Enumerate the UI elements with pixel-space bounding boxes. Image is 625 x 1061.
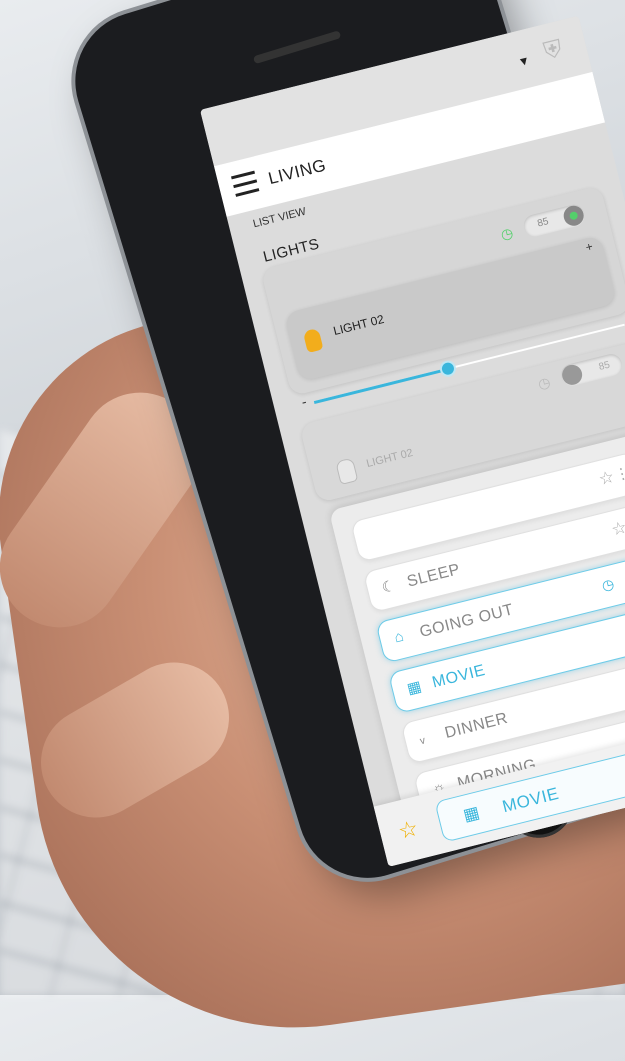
light-toggle[interactable]: 85 bbox=[521, 202, 588, 239]
light-toggle[interactable]: 85 bbox=[558, 351, 625, 389]
room-title[interactable]: LIVING bbox=[266, 155, 328, 189]
cutlery-icon: ᵥ bbox=[417, 729, 427, 748]
film-icon: ▦ bbox=[405, 677, 424, 698]
brightness-thumb[interactable] bbox=[438, 359, 458, 379]
scene-label: SLEEP bbox=[405, 561, 462, 591]
clock-icon[interactable]: ◷ bbox=[499, 224, 515, 243]
minus-icon[interactable]: - bbox=[300, 393, 308, 410]
film-icon: ▦ bbox=[461, 802, 482, 825]
shield-icon[interactable]: ⛨ bbox=[541, 33, 575, 69]
scene-label: MOVIE bbox=[430, 661, 488, 692]
light-level: 85 bbox=[597, 359, 612, 373]
scene-label: GOING OUT bbox=[417, 601, 516, 642]
light-name: LIGHT 02 bbox=[365, 446, 415, 471]
current-scene-label: MOVIE bbox=[500, 783, 561, 817]
scene-label: DINNER bbox=[443, 709, 510, 742]
clock-icon[interactable]: ◷ bbox=[600, 575, 616, 594]
view-mode-label[interactable]: LIST VIEW bbox=[252, 206, 307, 231]
light-name: LIGHT 02 bbox=[331, 311, 386, 339]
speaker bbox=[252, 30, 342, 65]
toggle-knob bbox=[561, 203, 586, 228]
bulb-icon bbox=[335, 457, 359, 486]
leave-home-icon: ⌂ bbox=[392, 627, 406, 647]
favorites-star-icon[interactable]: ☆ bbox=[396, 815, 421, 845]
toggle-knob bbox=[560, 362, 585, 387]
plus-icon[interactable]: + bbox=[584, 239, 594, 254]
clock-icon[interactable]: ◷ bbox=[536, 374, 552, 393]
menu-icon[interactable] bbox=[231, 170, 260, 198]
bulb-icon bbox=[302, 327, 324, 354]
light-level: 85 bbox=[536, 216, 550, 230]
moon-icon: ☾ bbox=[380, 577, 398, 597]
star-icon[interactable]: ☆ bbox=[609, 517, 625, 540]
caret-down-icon[interactable]: ▼ bbox=[516, 53, 531, 69]
